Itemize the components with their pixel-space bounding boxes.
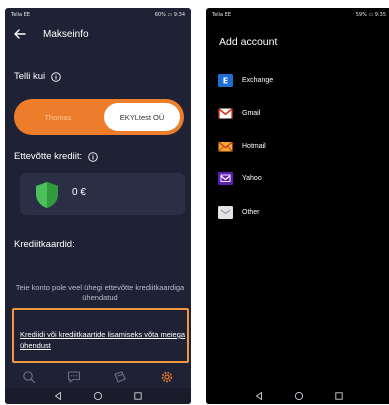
account-label: Other <box>242 208 260 216</box>
empty-state-message: Teie konto pole veel ühegi ettevõtte kre… <box>15 283 185 302</box>
status-carrier: Telia EE <box>11 12 31 18</box>
company-credit-card: 0 € <box>20 173 185 215</box>
account-option-yahoo[interactable]: Yahoo <box>218 169 262 187</box>
nav-recents-icon[interactable] <box>133 391 143 401</box>
account-option-exchange[interactable]: E Exchange <box>218 71 273 89</box>
status-time: 9:34 <box>173 12 185 18</box>
status-time: 9:35 <box>374 12 386 18</box>
toggle-option-company[interactable]: EKYLtest OÜ <box>104 103 180 131</box>
credit-cards-label: Krediitkaardid: <box>14 239 75 250</box>
bottom-tab-bar <box>5 364 191 390</box>
page-title: Makseinfo <box>43 29 89 40</box>
yahoo-icon <box>218 171 233 185</box>
battery-level: 59% <box>355 12 367 18</box>
account-option-hotmail[interactable]: Hotmail <box>218 137 266 155</box>
order-as-toggle[interactable]: Thomas EKYLtest OÜ <box>14 99 184 135</box>
mail-icon <box>218 205 233 219</box>
cart-icon[interactable] <box>113 370 127 384</box>
shield-icon <box>36 182 58 208</box>
exchange-icon: E <box>218 73 233 87</box>
account-label: Hotmail <box>242 142 266 150</box>
system-nav-bar <box>5 388 191 404</box>
hotmail-icon <box>218 140 233 152</box>
nav-recents-icon[interactable] <box>334 391 344 401</box>
chat-icon[interactable] <box>67 370 81 384</box>
nav-home-icon[interactable] <box>294 391 304 401</box>
status-right: 60% ▭ 9:34 <box>155 12 185 18</box>
page-title: Add account <box>219 36 278 48</box>
gmail-icon <box>218 107 233 118</box>
info-icon[interactable] <box>88 151 98 162</box>
battery-icon: ▭ <box>167 12 173 18</box>
status-bar: Telia EE 59% ▭ 9:35 <box>206 8 389 22</box>
account-label: Exchange <box>242 76 274 84</box>
contact-us-link[interactable]: Krediidi või krediitkaartide lisamiseks … <box>20 329 186 351</box>
credit-cards-text: Krediitkaardid: <box>14 239 75 250</box>
add-account-screen: Telia EE 59% ▭ 9:35 Add account E Exchan… <box>206 8 389 404</box>
credit-amount: 0 € <box>72 187 86 198</box>
account-label: Gmail <box>242 109 261 117</box>
nav-back-icon[interactable] <box>53 391 63 401</box>
payment-info-screen: Telia EE 60% ▭ 9:34 Makseinfo Telli kui … <box>5 8 191 404</box>
nav-home-icon[interactable] <box>93 391 103 401</box>
account-option-other[interactable]: Other <box>218 203 260 221</box>
contact-link-highlight: Krediidi või krediitkaartide lisamiseks … <box>12 308 189 363</box>
battery-level: 60% <box>154 12 166 18</box>
order-as-text: Telli kui <box>14 71 46 82</box>
status-carrier: Telia EE <box>212 12 232 18</box>
company-credit-text: Ettevõtte krediit: <box>14 151 83 162</box>
back-arrow-icon[interactable] <box>13 27 27 41</box>
status-right: 59% ▭ 9:35 <box>356 12 386 18</box>
company-credit-label: Ettevõtte krediit: <box>14 151 98 162</box>
svg-text:E: E <box>223 76 228 85</box>
account-option-gmail[interactable]: Gmail <box>218 104 260 122</box>
order-as-label: Telli kui <box>14 71 61 82</box>
system-nav-bar <box>206 388 389 404</box>
toggle-option-person[interactable]: Thomas <box>14 99 102 135</box>
account-label: Yahoo <box>242 174 262 182</box>
search-icon[interactable] <box>22 370 36 384</box>
app-header: Makseinfo <box>5 26 191 44</box>
nav-back-icon[interactable] <box>254 391 264 401</box>
info-icon[interactable] <box>51 71 61 82</box>
status-bar: Telia EE 60% ▭ 9:34 <box>5 8 191 22</box>
settings-icon[interactable] <box>160 370 174 384</box>
battery-icon: ▭ <box>368 12 374 18</box>
